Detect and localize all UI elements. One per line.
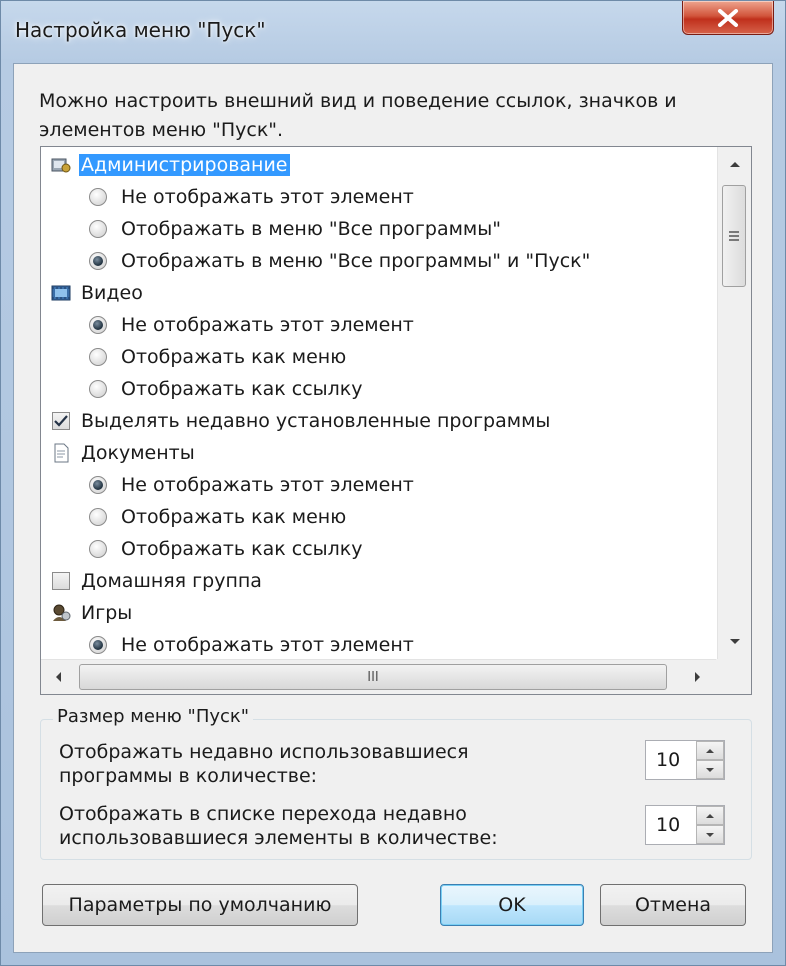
ok-button[interactable]: OK xyxy=(440,884,584,926)
arrow-down-icon xyxy=(706,767,714,772)
list-category[interactable]: Документы xyxy=(49,438,195,468)
list-category[interactable]: Администрирование xyxy=(49,150,290,180)
radio-option[interactable]: Отображать как ссылку xyxy=(89,534,363,564)
list-category[interactable]: Видео xyxy=(49,278,143,308)
radio-button[interactable] xyxy=(89,636,107,654)
list-category[interactable]: Игры xyxy=(49,598,132,628)
scroll-up-button[interactable] xyxy=(718,147,751,181)
recent-programs-label-line1: Отображать недавно использовавшиеся xyxy=(59,741,469,763)
close-icon xyxy=(718,8,738,27)
arrow-up-icon xyxy=(730,162,740,167)
jump-list-stepper[interactable]: 10 xyxy=(645,805,725,845)
checkbox-option[interactable]: Выделять недавно установленные программы xyxy=(49,406,550,436)
scrollbar-corner xyxy=(716,659,751,694)
radio-option[interactable]: Не отображать этот элемент xyxy=(89,310,414,340)
jump-list-increment[interactable] xyxy=(696,806,724,825)
radio-option[interactable]: Не отображать этот элемент xyxy=(89,182,414,212)
radio-label: Отображать как ссылку xyxy=(121,378,363,400)
radio-option[interactable]: Отображать в меню "Все программы" и "Пус… xyxy=(89,246,590,276)
radio-option[interactable]: Отображать как меню xyxy=(89,502,346,532)
recent-programs-label-line2: программы в количестве: xyxy=(59,765,318,787)
list-content: Администрирование Не отображать этот элем… xyxy=(41,147,717,659)
video-icon xyxy=(49,281,73,305)
radio-button[interactable] xyxy=(89,188,107,206)
arrow-down-icon xyxy=(706,832,714,837)
radio-label: Отображать как меню xyxy=(121,506,347,528)
grip-icon xyxy=(729,231,739,241)
arrow-down-icon xyxy=(730,639,740,644)
jump-list-value[interactable]: 10 xyxy=(656,814,680,836)
radio-label: Не отображать этот элемент xyxy=(121,186,414,208)
horizontal-scroll-thumb[interactable]: III xyxy=(79,664,667,690)
arrow-right-icon xyxy=(695,672,700,682)
checkbox-option[interactable]: Домашняя группа xyxy=(49,566,262,596)
recent-programs-increment[interactable] xyxy=(696,741,724,760)
radio-option[interactable]: Не отображать этот элемент xyxy=(89,470,414,500)
description-text: Можно настроить внешний вид и поведение … xyxy=(39,90,677,141)
restore-defaults-button[interactable]: Параметры по умолчанию xyxy=(42,884,358,926)
category-label: Игры xyxy=(81,602,133,624)
scroll-down-button[interactable] xyxy=(718,625,751,659)
checkmark-icon xyxy=(54,415,68,427)
jump-list-label-line2: использовавшиеся элементы в количестве: xyxy=(59,827,498,849)
radio-button[interactable] xyxy=(89,316,107,334)
jump-list-label: Отображать в списке перехода недавно исп… xyxy=(59,802,539,850)
radio-button[interactable] xyxy=(89,380,107,398)
radio-label: Не отображать этот элемент xyxy=(121,314,414,336)
arrow-left-icon xyxy=(56,672,61,682)
group-title: Размер меню "Пуск" xyxy=(53,706,254,727)
radio-option[interactable]: Отображать как меню xyxy=(89,342,346,372)
vertical-scroll-thumb[interactable] xyxy=(722,185,746,287)
checkbox[interactable] xyxy=(52,572,70,590)
radio-option[interactable]: Отображать в меню "Все программы" xyxy=(89,214,501,244)
category-label: Видео xyxy=(81,282,143,304)
close-button[interactable] xyxy=(682,1,774,35)
checkbox[interactable] xyxy=(52,412,70,430)
recent-programs-value[interactable]: 10 xyxy=(656,749,680,771)
radio-option[interactable]: Не отображать этот элемент xyxy=(89,630,414,659)
radio-button[interactable] xyxy=(89,348,107,366)
jump-list-label-line1: Отображать в списке перехода недавно xyxy=(59,803,467,825)
documents-icon xyxy=(49,441,73,465)
horizontal-scrollbar[interactable]: III xyxy=(41,659,717,694)
dialog-window: Настройка меню "Пуск" Можно настроить вн… xyxy=(0,0,786,966)
scroll-left-button[interactable] xyxy=(41,660,75,694)
games-icon xyxy=(49,601,73,625)
radio-button[interactable] xyxy=(89,508,107,526)
vertical-scrollbar[interactable] xyxy=(717,147,751,659)
recent-programs-label: Отображать недавно использовавшиеся прог… xyxy=(59,740,539,788)
radio-button[interactable] xyxy=(89,220,107,238)
checkbox-label: Выделять недавно установленные программы xyxy=(81,410,551,432)
arrow-up-icon xyxy=(706,813,714,818)
arrow-up-icon xyxy=(706,748,714,753)
jump-list-decrement[interactable] xyxy=(696,825,724,844)
recent-programs-stepper[interactable]: 10 xyxy=(645,740,725,780)
dialog-client-area: Можно настроить внешний вид и поведение … xyxy=(13,63,773,953)
cancel-button[interactable]: Отмена xyxy=(600,884,746,926)
admin-tools-icon xyxy=(49,153,73,177)
radio-label: Отображать в меню "Все программы" xyxy=(121,218,501,240)
radio-option[interactable]: Отображать как ссылку xyxy=(89,374,363,404)
radio-label: Не отображать этот элемент xyxy=(121,634,414,656)
category-label: Администрирование xyxy=(79,154,290,176)
scroll-right-button[interactable] xyxy=(681,660,715,694)
recent-programs-decrement[interactable] xyxy=(696,760,724,779)
category-label: Документы xyxy=(81,442,195,464)
start-menu-options-list[interactable]: Администрирование Не отображать этот элем… xyxy=(40,146,752,695)
radio-label: Отображать как ссылку xyxy=(121,538,363,560)
radio-label: Не отображать этот элемент xyxy=(121,474,414,496)
radio-label: Отображать как меню xyxy=(121,346,347,368)
radio-button[interactable] xyxy=(89,540,107,558)
window-title: Настройка меню "Пуск" xyxy=(15,18,266,42)
radio-label: Отображать в меню "Все программы" и "Пус… xyxy=(121,250,591,272)
radio-button[interactable] xyxy=(89,252,107,270)
radio-button[interactable] xyxy=(89,476,107,494)
checkbox-label: Домашняя группа xyxy=(81,570,262,592)
start-menu-size-group: Размер меню "Пуск" Отображать недавно ис… xyxy=(40,706,752,860)
